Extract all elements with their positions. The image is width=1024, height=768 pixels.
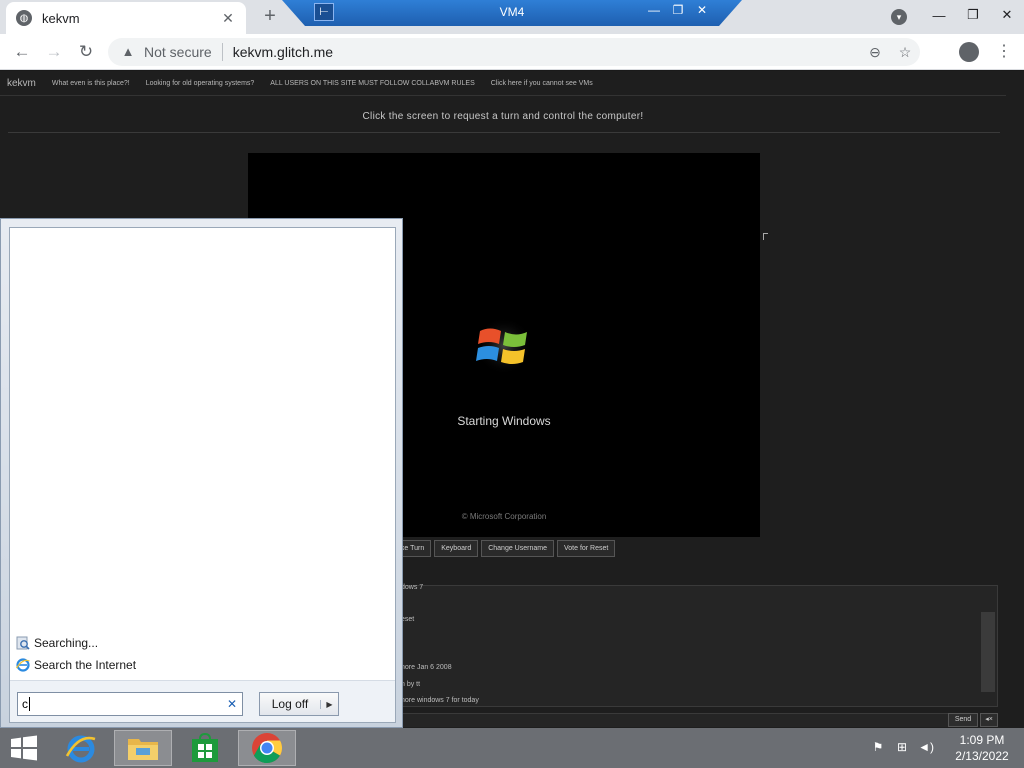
folder-icon <box>128 739 158 760</box>
taskbar-file-explorer[interactable] <box>114 730 172 766</box>
system-tray: ⚑ ⊞ ◄) <box>870 740 934 756</box>
minimize-icon[interactable]: — <box>922 8 956 23</box>
store-icon <box>192 733 218 762</box>
more-menu-icon[interactable]: ⋮ <box>996 42 1012 62</box>
screen: ◍ kekvm ✕ + ▾ — ❐ ✕ ⊢ VM4 — ❐ ✕ ← → ↻ ▲ … <box>0 0 1024 768</box>
chrome-icon <box>252 733 283 764</box>
nav-link[interactable]: Looking for old operating systems? <box>146 80 255 87</box>
searching-label: Searching... <box>34 636 99 650</box>
chat-message: nore Jan 6 2008 <box>401 664 452 671</box>
action-center-flag-icon[interactable]: ⚑ <box>870 740 886 756</box>
omnibox-separator <box>221 43 223 61</box>
new-tab-button[interactable]: + <box>258 5 282 29</box>
log-off-button[interactable]: Log off ▶ <box>259 692 339 716</box>
clock-time: 1:09 PM <box>959 733 1005 747</box>
taskbar-internet-explorer[interactable] <box>52 730 110 766</box>
vote-reset-button[interactable]: Vote for Reset <box>556 540 616 557</box>
nav-link[interactable]: Click here if you cannot see VMs <box>491 80 593 87</box>
chat-scrollbar[interactable] <box>981 612 995 692</box>
mute-icon[interactable]: ◂× <box>980 713 998 727</box>
start-menu-results-pane: Searching... Search the Internet c ✕ Log… <box>9 227 396 723</box>
taskbar-chrome[interactable] <box>238 730 296 766</box>
vm-session-controls: — ❐ ✕ <box>646 3 710 17</box>
vm-restore-icon[interactable]: ❐ <box>670 3 686 17</box>
search-internet-label: Search the Internet <box>34 658 137 672</box>
browser-toolbar: ← → ↻ ▲ Not secure kekvm.glitch.me ⊖ ☆ <box>0 34 1024 70</box>
window-controls: — ❐ ✕ <box>922 0 1024 30</box>
security-label[interactable]: Not secure <box>144 44 212 60</box>
searching-result[interactable]: Searching... <box>16 636 98 650</box>
vm-close-icon[interactable]: ✕ <box>694 3 710 17</box>
internet-explorer-icon <box>16 658 30 672</box>
close-window-icon[interactable]: ✕ <box>990 7 1024 23</box>
taskbar-store[interactable] <box>176 730 234 766</box>
nav-link[interactable]: ALL USERS ON THIS SITE MUST FOLLOW COLLA… <box>270 80 474 87</box>
chat-message: nore windows 7 for today <box>401 697 479 704</box>
vm-action-buttons: ake Turn Keyboard Change Username Vote f… <box>390 540 616 557</box>
mouse-cursor-icon <box>763 233 768 240</box>
tab-title: kekvm <box>42 10 80 26</box>
tab-search-icon[interactable]: ▾ <box>891 9 907 25</box>
back-arrow-icon[interactable]: ← <box>11 41 33 63</box>
search-input-value: c <box>22 697 28 711</box>
forward-arrow-icon[interactable]: → <box>43 41 65 63</box>
chat-message: dows 7 <box>401 584 424 591</box>
network-icon[interactable]: ⊞ <box>894 740 910 756</box>
nav-link[interactable]: What even is this place?! <box>52 80 130 87</box>
shutdown-options-arrow-icon[interactable]: ▶ <box>320 699 338 709</box>
search-internet-result[interactable]: Search the Internet <box>16 658 136 672</box>
start-menu: Searching... Search the Internet c ✕ Log… <box>0 218 403 728</box>
start-button[interactable] <box>0 728 48 768</box>
taskbar: ⚑ ⊞ ◄) 1:09 PM 2/13/2022 <box>0 728 1024 768</box>
start-menu-footer: c ✕ Log off ▶ <box>10 680 395 722</box>
send-button[interactable]: Send <box>948 713 978 727</box>
search-progress-icon <box>16 636 30 650</box>
restore-icon[interactable]: ❐ <box>956 7 990 23</box>
bookmark-star-icon[interactable]: ☆ <box>890 44 920 61</box>
taskbar-clock[interactable]: 1:09 PM 2/13/2022 <box>948 732 1016 764</box>
vm-session-bar: ⊢ VM4 — ❐ ✕ <box>282 0 742 26</box>
url-text[interactable]: kekvm.glitch.me <box>233 44 860 60</box>
zoom-icon[interactable]: ⊖ <box>860 44 890 61</box>
text-caret <box>29 697 30 711</box>
close-tab-icon[interactable]: ✕ <box>220 10 236 27</box>
chat-message: n by tt <box>401 681 421 688</box>
vm-minimize-icon[interactable]: — <box>646 3 662 17</box>
clock-date: 2/13/2022 <box>955 749 1009 763</box>
volume-icon[interactable]: ◄) <box>918 740 934 756</box>
reload-icon[interactable]: ↻ <box>75 41 97 63</box>
internet-explorer-icon <box>65 735 96 763</box>
site-brand[interactable]: kekvm <box>7 78 36 89</box>
log-off-label: Log off <box>271 697 309 711</box>
profile-avatar[interactable] <box>959 42 979 62</box>
windows-logo-icon <box>475 317 533 375</box>
browser-tab[interactable]: ◍ kekvm ✕ <box>6 2 246 34</box>
warning-icon[interactable]: ▲ <box>120 44 136 60</box>
divider <box>8 132 1000 133</box>
clear-search-icon[interactable]: ✕ <box>227 693 237 715</box>
site-nav: kekvm What even is this place?! Looking … <box>0 71 1006 96</box>
change-username-button[interactable]: Change Username <box>481 540 554 557</box>
globe-icon: ◍ <box>16 10 32 26</box>
start-search-input[interactable]: c ✕ <box>17 692 243 716</box>
address-bar[interactable]: ▲ Not secure kekvm.glitch.me ⊖ ☆ <box>108 38 920 66</box>
request-turn-text: Click the screen to request a turn and c… <box>362 111 644 122</box>
windows-start-icon <box>11 735 37 761</box>
keyboard-button[interactable]: Keyboard <box>434 540 479 557</box>
